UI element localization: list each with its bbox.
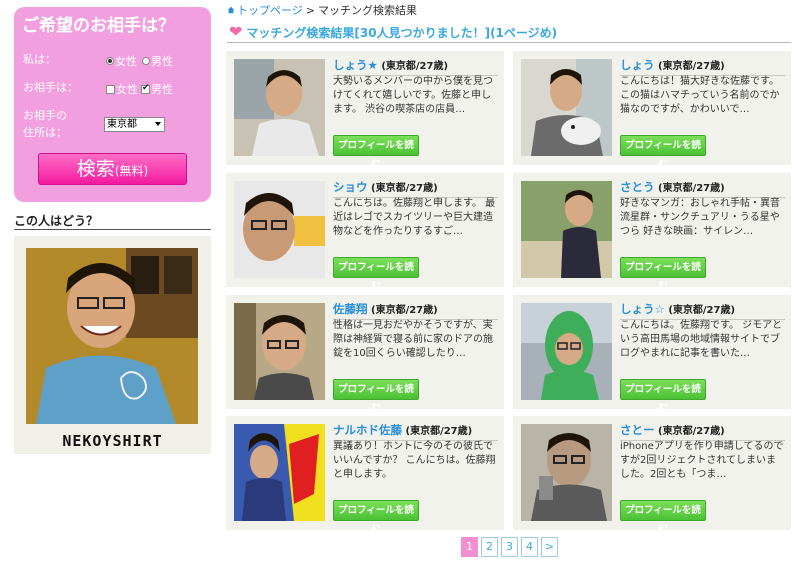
read-profile-button[interactable]: プロフィールを読む <box>333 500 419 535</box>
profile-card: しょう★ (東京都/27歳) 大勢いるメンバーの中から僕を見つけてくれて嬉しいで… <box>226 51 504 170</box>
profile-name-row: ショウ (東京都/27歳) <box>333 179 498 198</box>
pagination: 1 2 3 4 > <box>461 537 558 557</box>
profile-name[interactable]: さとー <box>620 423 655 437</box>
partner-female-checkbox[interactable]: 女性 <box>106 81 138 97</box>
profile-meta: (東京都/27歳) <box>405 426 473 437</box>
search-title: ご希望のお相手は？ <box>22 16 175 36</box>
profile-description: 性格は一見おだやかそうですが、実際は神経質で寝る前に家のドアの施錠を10回くらい… <box>333 320 493 359</box>
dropdown-arrow-icon <box>155 122 161 126</box>
breadcrumb-current: マッチング検索結果 <box>318 4 417 17</box>
search-button-label: 検索 <box>76 158 115 180</box>
prefecture-select[interactable]: 東京都 <box>104 117 165 132</box>
results-header: ❤ マッチング検索結果[30人見つかりました！](1ページめ) <box>227 22 791 43</box>
profile-card: さとー (東京都/27歳) iPhoneアプリを作り申請してるのですが2回リジェ… <box>513 416 791 535</box>
who-title: この人はどう？ <box>14 214 99 228</box>
checkbox-checked-icon <box>141 83 150 94</box>
profile-name-row: しょう★ (東京都/27歳) <box>333 57 498 76</box>
profile-photo[interactable] <box>521 424 612 521</box>
read-profile-button[interactable]: プロフィールを読む <box>620 379 706 414</box>
profile-name-row: さとう (東京都/27歳) <box>620 179 785 198</box>
profile-description: こんにちは！猫大好きな佐藤です。 この猫はハマチっていう名前のでか猫なのですが、… <box>620 76 780 115</box>
profile-meta: (東京都/27歳) <box>371 305 438 316</box>
read-profile-button[interactable]: プロフィールを読む <box>333 257 419 292</box>
breadcrumb-separator: > <box>305 3 315 17</box>
search-button[interactable]: 検索(無料) <box>38 153 187 185</box>
read-profile-button[interactable]: プロフィールを読む <box>620 500 706 535</box>
profile-photo[interactable] <box>234 59 325 156</box>
prefecture-value: 東京都 <box>107 119 137 130</box>
profile-name-row: しょう (東京都/27歳) <box>620 57 785 76</box>
partner-male-checkbox[interactable]: 男性 <box>141 81 173 97</box>
profile-description: 大勢いるメンバーの中から僕を見つけてくれて嬉しいです。佐藤と申します。 渋谷の喫… <box>333 76 493 115</box>
results-title: マッチング検索結果[30人見つかりました！](1ページめ) <box>246 25 558 40</box>
profile-card: しょう☆ (東京都/27歳) こんにちは。佐藤翔です。 ジモアという高田馬場の地… <box>513 295 791 414</box>
profile-meta: (東京都/27歳) <box>658 426 725 437</box>
me-male-radio[interactable]: 男性 <box>142 53 173 69</box>
profile-meta: (東京都/27歳) <box>381 61 449 72</box>
me-female-radio[interactable]: 女性 <box>106 53 137 69</box>
address-label-line2: 住所は： <box>23 126 67 139</box>
breadcrumb-home-link[interactable]: トップページ <box>237 2 303 18</box>
address-label-line1: お相手の <box>23 109 67 122</box>
page-2[interactable]: 2 <box>481 537 498 557</box>
profile-photo[interactable] <box>521 303 612 400</box>
profile-name-row: さとー (東京都/27歳) <box>620 422 785 441</box>
profile-meta: (東京都/27歳) <box>658 61 725 72</box>
partner-label: お相手は： <box>23 81 78 94</box>
checkbox-unchecked-icon <box>106 84 115 94</box>
page-4[interactable]: 4 <box>521 537 538 557</box>
next-page-button[interactable]: > <box>541 537 558 557</box>
profile-meta: (東京都/27歳) <box>371 183 438 194</box>
radio-checked-icon <box>106 57 114 65</box>
profile-photo[interactable] <box>234 303 325 400</box>
featured-person-image <box>26 248 198 424</box>
profile-photo[interactable] <box>521 59 612 156</box>
search-button-sub: (無料) <box>114 164 149 178</box>
profile-photo[interactable] <box>521 181 612 278</box>
profile-name-row: しょう☆ (東京都/27歳) <box>620 301 785 320</box>
read-profile-button[interactable]: プロフィールを読む <box>333 379 419 414</box>
featured-photo[interactable]: NEKOYSHIRT <box>14 236 211 454</box>
home-icon <box>227 6 235 14</box>
profile-description: 好きなマンガ：おしゃれ手帖・異音流星群・サンクチュアリ・うる星やつら 好きな映画… <box>620 198 780 237</box>
profile-card: ナルホド佐藤 (東京都/27歳) 異議あり！ホントに今のその彼氏でいいんですか？… <box>226 416 504 535</box>
profile-name[interactable]: ショウ <box>333 180 368 194</box>
profile-name[interactable]: しょう <box>620 58 655 72</box>
profile-name-row: ナルホド佐藤 (東京都/27歳) <box>333 422 498 441</box>
profile-description: こんにちは。佐藤翔と申します。 最近はレゴでスカイツリーや巨大建造物などを作った… <box>333 198 496 237</box>
profile-name[interactable]: 佐藤翔 <box>333 302 368 316</box>
page-1[interactable]: 1 <box>461 537 478 557</box>
profile-card: しょう (東京都/27歳) こんにちは！猫大好きな佐藤です。 この猫はハマチって… <box>513 51 791 170</box>
profile-description: こんにちは。佐藤翔です。 ジモアという高田馬場の地域情報サイトでブログやまれに記… <box>620 320 782 359</box>
page-3[interactable]: 3 <box>501 537 518 557</box>
profile-meta: (東京都/27歳) <box>668 305 736 316</box>
profile-photo[interactable] <box>234 181 325 278</box>
read-profile-button[interactable]: プロフィールを読む <box>620 257 706 292</box>
profile-name[interactable]: しょう★ <box>333 58 378 72</box>
profile-name-row: 佐藤翔 (東京都/27歳) <box>333 301 498 320</box>
radio-unchecked-icon <box>142 57 150 65</box>
profile-description: 異議あり！ホントに今のその彼氏でいいんですか？ こんにちは。佐藤翔と申します。 <box>333 441 496 480</box>
read-profile-button[interactable]: プロフィールを読む <box>620 135 706 170</box>
me-label: 私は： <box>23 53 56 66</box>
profile-description: iPhoneアプリを作り申請してるのですが2回リジェクトされてしまいました。2回… <box>620 441 784 480</box>
divider <box>14 229 211 230</box>
read-profile-button[interactable]: プロフィールを読む <box>333 135 419 170</box>
profile-name[interactable]: しょう☆ <box>620 302 665 316</box>
profile-card: ショウ (東京都/27歳) こんにちは。佐藤翔と申します。 最近はレゴでスカイツ… <box>226 173 504 292</box>
photo-caption: NEKOYSHIRT <box>62 432 163 450</box>
profile-card: 佐藤翔 (東京都/27歳) 性格は一見おだやかそうですが、実際は神経質で寝る前に… <box>226 295 504 414</box>
profile-card: さとう (東京都/27歳) 好きなマンガ：おしゃれ手帖・異音流星群・サンクチュア… <box>513 173 791 292</box>
breadcrumb: トップページ > マッチング検索結果 <box>227 2 417 18</box>
profile-name[interactable]: さとう <box>620 180 655 194</box>
profile-name[interactable]: ナルホド佐藤 <box>333 423 402 437</box>
profile-meta: (東京都/27歳) <box>658 183 725 194</box>
heart-icon: ❤ <box>229 22 243 41</box>
profile-photo[interactable] <box>234 424 325 521</box>
